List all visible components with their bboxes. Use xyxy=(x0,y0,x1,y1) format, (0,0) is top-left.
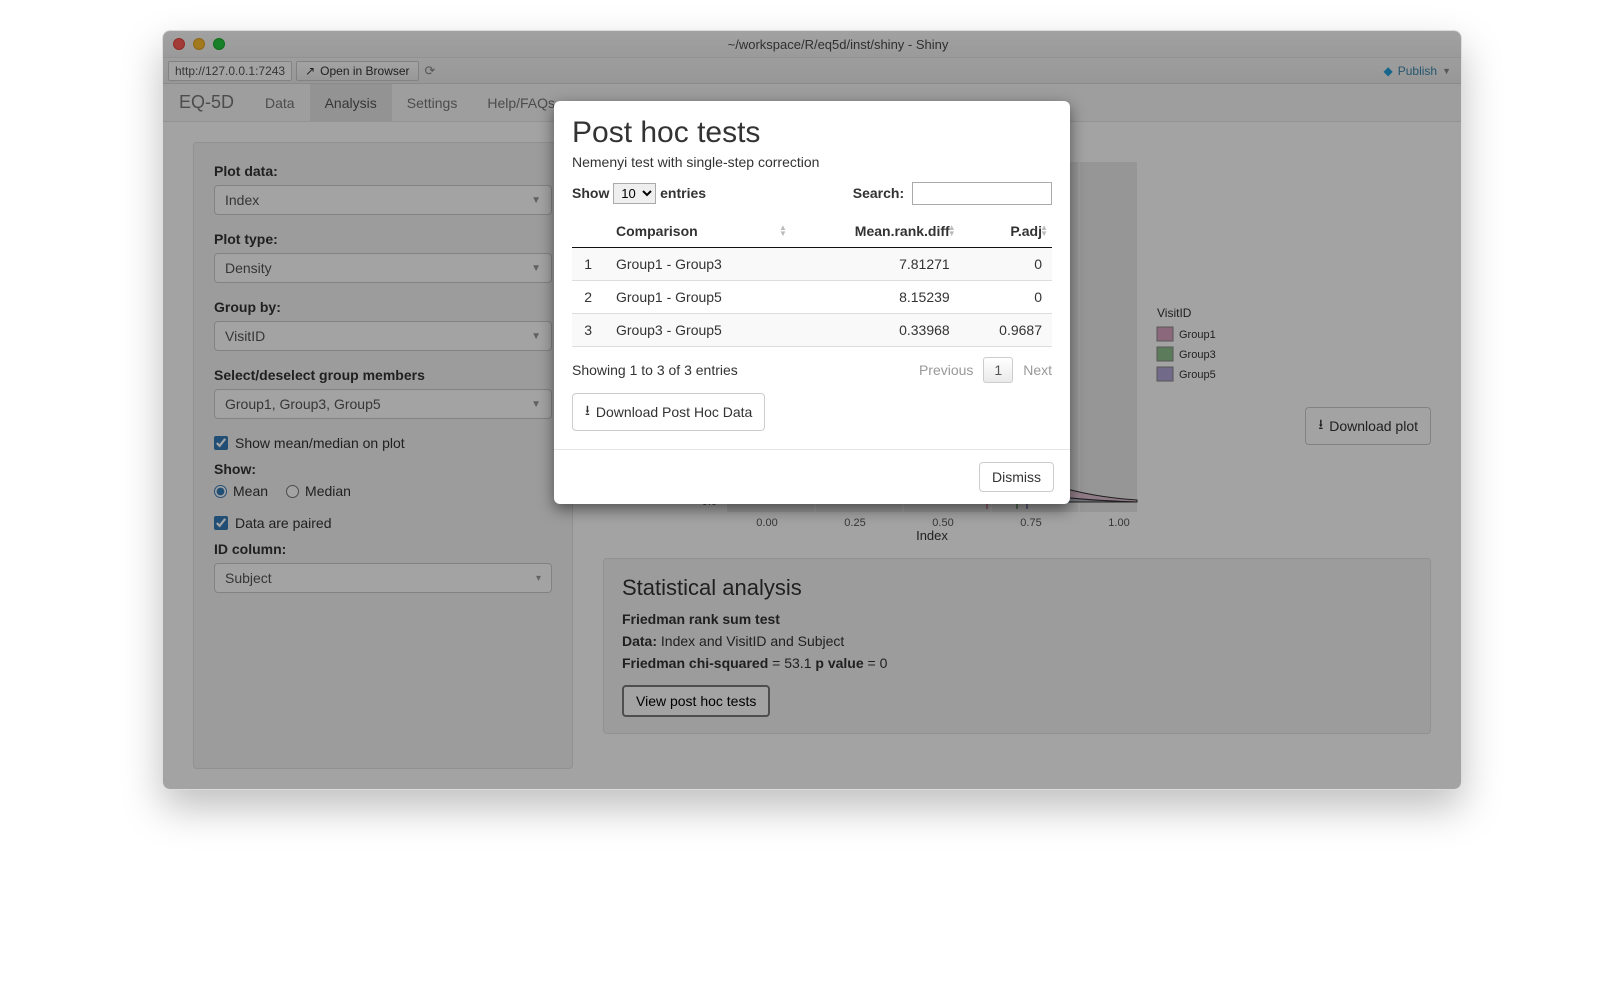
dt-length: Show 10 entries xyxy=(572,183,706,204)
dt-length-select[interactable]: 10 xyxy=(613,183,656,204)
cell-padj: 0 xyxy=(960,281,1052,314)
dt-show-label: Show xyxy=(572,185,609,201)
sort-icon: ▲▼ xyxy=(779,225,787,237)
posthoc-modal: Post hoc tests Nemenyi test with single-… xyxy=(554,101,1070,504)
paginate-next[interactable]: Next xyxy=(1023,362,1052,378)
dt-search-label: Search: xyxy=(853,185,904,201)
cell-comparison: Group1 - Group3 xyxy=(606,248,791,281)
table-row: 1 Group1 - Group3 7.81271 0 xyxy=(572,248,1052,281)
dt-search-input[interactable] xyxy=(912,182,1052,205)
app-window: ~/workspace/R/eq5d/inst/shiny - Shiny ht… xyxy=(162,30,1462,790)
col-diff[interactable]: Mean.rank.diff▲▼ xyxy=(791,215,960,248)
sort-icon: ▲▼ xyxy=(1040,225,1048,237)
col-comparison[interactable]: Comparison▲▼ xyxy=(606,215,791,248)
table-row: 3 Group3 - Group5 0.33968 0.9687 xyxy=(572,314,1052,347)
col-padj[interactable]: P.adj▲▼ xyxy=(960,215,1052,248)
cell-idx: 1 xyxy=(572,248,606,281)
dt-entries-label: entries xyxy=(660,185,706,201)
paginate-page-1[interactable]: 1 xyxy=(983,357,1013,383)
sort-icon: ▲▼ xyxy=(948,225,956,237)
table-row: 2 Group1 - Group5 8.15239 0 xyxy=(572,281,1052,314)
modal-title: Post hoc tests xyxy=(572,116,1052,150)
cell-padj: 0.9687 xyxy=(960,314,1052,347)
cell-diff: 8.15239 xyxy=(791,281,960,314)
download-posthoc-button[interactable]: ⭳ Download Post Hoc Data xyxy=(572,393,765,431)
cell-idx: 2 xyxy=(572,281,606,314)
paginate-prev[interactable]: Previous xyxy=(919,362,973,378)
dt-paginate: Previous 1 Next xyxy=(919,357,1052,383)
posthoc-table: Comparison▲▼ Mean.rank.diff▲▼ P.adj▲▼ 1 … xyxy=(572,215,1052,347)
download-icon: ⭳ xyxy=(585,400,590,424)
download-posthoc-label: Download Post Hoc Data xyxy=(596,404,752,420)
cell-idx: 3 xyxy=(572,314,606,347)
dt-info: Showing 1 to 3 of 3 entries xyxy=(572,362,738,378)
col-idx[interactable] xyxy=(572,215,606,248)
cell-comparison: Group3 - Group5 xyxy=(606,314,791,347)
cell-diff: 7.81271 xyxy=(791,248,960,281)
cell-comparison: Group1 - Group5 xyxy=(606,281,791,314)
dismiss-button[interactable]: Dismiss xyxy=(979,462,1054,492)
modal-subtitle: Nemenyi test with single-step correction xyxy=(572,154,1052,170)
cell-diff: 0.33968 xyxy=(791,314,960,347)
dt-search: Search: xyxy=(853,182,1052,205)
cell-padj: 0 xyxy=(960,248,1052,281)
